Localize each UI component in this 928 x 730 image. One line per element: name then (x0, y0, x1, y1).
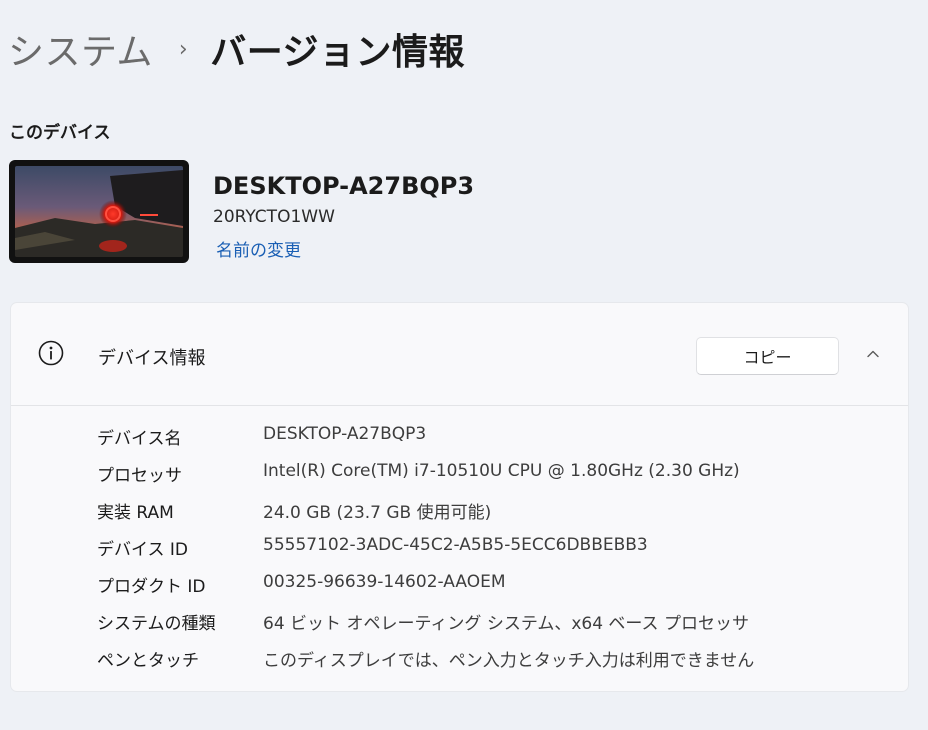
spec-label: プロセッサ (97, 466, 182, 486)
spec-value: 55557102-3ADC-45C2-A5B5-5ECC6DBBEBB3 (263, 535, 648, 555)
spec-value: 00325-96639-14602-AAOEM (263, 572, 506, 592)
spec-label: デバイス名 (97, 429, 182, 449)
page-title: バージョン情報 (210, 32, 466, 73)
spec-value: このディスプレイでは、ペン入力とタッチ入力は利用できません (263, 651, 755, 671)
copy-button[interactable]: コピー (696, 337, 839, 375)
spec-label: システムの種類 (97, 614, 216, 634)
breadcrumb: システム › バージョン情報 (8, 24, 465, 74)
spec-value: 64 ビット オペレーティング システム、x64 ベース プロセッサ (263, 614, 749, 634)
chevron-up-icon[interactable] (866, 347, 880, 361)
device-image (9, 160, 189, 263)
spec-label: ペンとタッチ (97, 651, 199, 671)
rename-pc-link[interactable]: 名前の変更 (216, 236, 301, 261)
device-name: DESKTOP-A27BQP3 (213, 172, 475, 200)
info-icon (38, 340, 64, 366)
device-specifications-title: デバイス情報 (98, 348, 206, 369)
breadcrumb-system-link[interactable]: システム (8, 23, 153, 75)
spec-value: DESKTOP-A27BQP3 (263, 424, 427, 444)
spec-label: プロダクト ID (97, 577, 206, 597)
device-model: 20RYCTO1WW (213, 207, 335, 227)
spec-label: デバイス ID (97, 540, 188, 560)
device-specifications-card: デバイス情報 コピー デバイス名 DESKTOP-A27BQP3 プロセッサ I… (11, 303, 908, 691)
spec-value: 24.0 GB (23.7 GB 使用可能) (263, 503, 492, 523)
this-device-heading: このデバイス (9, 123, 111, 143)
spec-label: 実装 RAM (97, 503, 174, 523)
wallpaper-thumbnail (15, 166, 183, 257)
device-specifications-header[interactable]: デバイス情報 コピー (11, 303, 908, 406)
breadcrumb-chevron-right-icon: › (178, 36, 189, 62)
spec-value: Intel(R) Core(TM) i7-10510U CPU @ 1.80GH… (263, 461, 740, 481)
